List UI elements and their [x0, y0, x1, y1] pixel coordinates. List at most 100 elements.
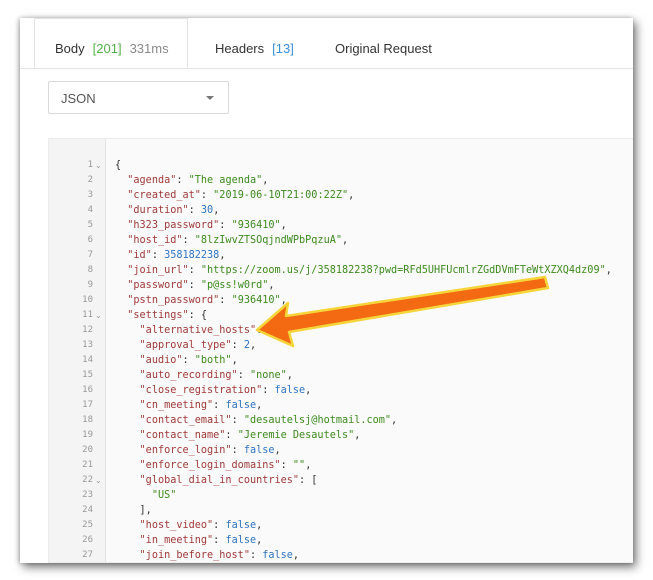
json-string: "The agenda" [188, 175, 263, 186]
json-punctuation: : [213, 520, 226, 531]
json-punctuation: , [256, 520, 263, 531]
json-punctuation: : { [188, 310, 208, 321]
code-line: 25 "host_video": false, [49, 518, 633, 533]
response-panel: Body [201] 331ms Headers [13] Original Requ… [20, 18, 633, 563]
line-number: 8 [87, 265, 93, 275]
json-key: "alternative_hosts" [139, 325, 257, 336]
line-number: 6 [87, 235, 93, 245]
json-string: "none" [249, 370, 287, 381]
json-punctuation [115, 190, 127, 201]
json-punctuation: , [391, 415, 398, 426]
code-line: 7 "id": 358182238, [49, 248, 633, 263]
json-punctuation: , [280, 220, 287, 231]
code-line: 10 "pstn_password": "936410", [49, 293, 633, 308]
code-line: 2 "agenda": "The agenda", [49, 173, 633, 188]
headers-count: [13] [272, 41, 294, 56]
json-punctuation: , [286, 370, 293, 381]
json-viewer[interactable]: 1 ⌄{2 "agenda": "The agenda", 3 "created_a… [48, 138, 633, 563]
json-punctuation [115, 535, 140, 546]
line-number: 23 [82, 490, 93, 500]
code-line: 19 "contact_name": "Jeremie Desautels", [49, 428, 633, 443]
line-number: 11 [82, 310, 93, 320]
code-line: 21 "enforce_login_domains": "", [49, 458, 633, 473]
json-punctuation [115, 460, 140, 471]
json-string: "936410" [231, 295, 281, 306]
json-punctuation: : [280, 460, 293, 471]
json-key: "enforce_login_domains" [139, 460, 281, 471]
json-punctuation [115, 445, 140, 456]
line-number: 21 [82, 460, 93, 470]
json-punctuation: , [305, 460, 312, 471]
json-punctuation [115, 310, 127, 321]
code-line: 8 "join_url": "https://zoom.us/j/3581822… [49, 263, 633, 278]
json-punctuation: : [188, 205, 201, 216]
json-punctuation [115, 520, 140, 531]
line-number: 10 [82, 295, 93, 305]
code-text: "join_before_host": false, [115, 548, 300, 562]
code-text: "join_url": "https://zoom.us/j/358182238… [115, 263, 612, 278]
line-number: 25 [82, 520, 93, 530]
code-line: 13 "approval_type": 2, [49, 338, 633, 353]
json-string: "936410" [231, 220, 281, 231]
tab-body-label: Body [55, 41, 85, 56]
tab-body[interactable]: Body [201] 331ms [34, 18, 188, 68]
json-punctuation: : [262, 385, 275, 396]
json-punctuation: : [182, 235, 195, 246]
json-boolean: false [274, 385, 306, 396]
code-line: 22 ⌄ "global_dial_in_countries": [ [49, 473, 633, 488]
json-punctuation: : [219, 295, 232, 306]
tab-original-request[interactable]: Original Request [335, 18, 432, 68]
json-key: "auto_recording" [139, 370, 238, 381]
json-key: "id" [127, 250, 152, 261]
code-text: { [115, 158, 121, 173]
json-punctuation: , [605, 265, 612, 276]
code-text: "global_dial_in_countries": [ [115, 473, 318, 488]
json-punctuation [115, 415, 140, 426]
json-number: 358182238 [164, 250, 220, 261]
tab-headers-label: Headers [215, 41, 265, 56]
json-punctuation [115, 490, 152, 501]
code-line: 17 "cn_meeting": false, [49, 398, 633, 413]
json-punctuation: , [213, 205, 220, 216]
tab-headers[interactable]: Headers [13] [215, 18, 294, 68]
fold-toggle-icon[interactable]: ⌄ [95, 308, 102, 323]
json-punctuation: : [ [299, 475, 318, 486]
json-punctuation: : [249, 550, 263, 561]
json-punctuation: : [213, 535, 226, 546]
line-number: 5 [87, 220, 93, 230]
fold-toggle-icon[interactable]: ⌄ [95, 473, 102, 488]
json-punctuation [115, 235, 127, 246]
code-text: "audio": "both", [115, 353, 238, 368]
json-punctuation: , [341, 235, 349, 246]
code-text: "approval_type": 2, [115, 338, 257, 353]
json-punctuation [115, 265, 127, 276]
json-punctuation: : [225, 430, 238, 441]
format-select[interactable]: JSON [48, 81, 229, 114]
json-punctuation: , [268, 280, 275, 291]
json-string: "p@ss!w0rd" [200, 280, 269, 291]
code-text: "created_at": "2019-06-10T21:00:22Z", [115, 188, 354, 203]
json-punctuation [115, 370, 140, 381]
json-string: "" [268, 325, 281, 336]
json-string: "desautelsj@hotmail.com" [243, 415, 392, 426]
json-boolean: false [225, 400, 257, 411]
code-line: 5 "h323_password": "936410", [49, 218, 633, 233]
code-line: 20 "enforce_login": false, [49, 443, 633, 458]
line-number: 1 [87, 160, 93, 170]
code-text: "enforce_login_domains": "", [115, 458, 312, 473]
line-number: 9 [87, 280, 93, 290]
json-boolean: false [262, 550, 293, 561]
code-text: "contact_email": "desautelsj@hotmail.com… [115, 413, 398, 428]
json-punctuation [115, 430, 140, 441]
chevron-down-icon [206, 96, 214, 100]
code-text: "id": 358182238, [115, 248, 225, 263]
response-tabs: Body [201] 331ms Headers [13] Original Requ… [20, 18, 633, 69]
fold-toggle-icon[interactable]: ⌄ [95, 158, 102, 173]
code-text: "pstn_password": "936410", [115, 293, 287, 308]
code-text: "contact_name": "Jeremie Desautels", [115, 428, 361, 443]
code-text: "US" [115, 488, 177, 503]
json-punctuation: , [262, 175, 269, 186]
code-line: 27 "join_before_host": false, [49, 548, 633, 562]
code-line: 14 "audio": "both", [49, 353, 633, 368]
code-line: 6 "host_id": "8lzIwvZTSOqjndWPbPqzuA", [49, 233, 633, 248]
